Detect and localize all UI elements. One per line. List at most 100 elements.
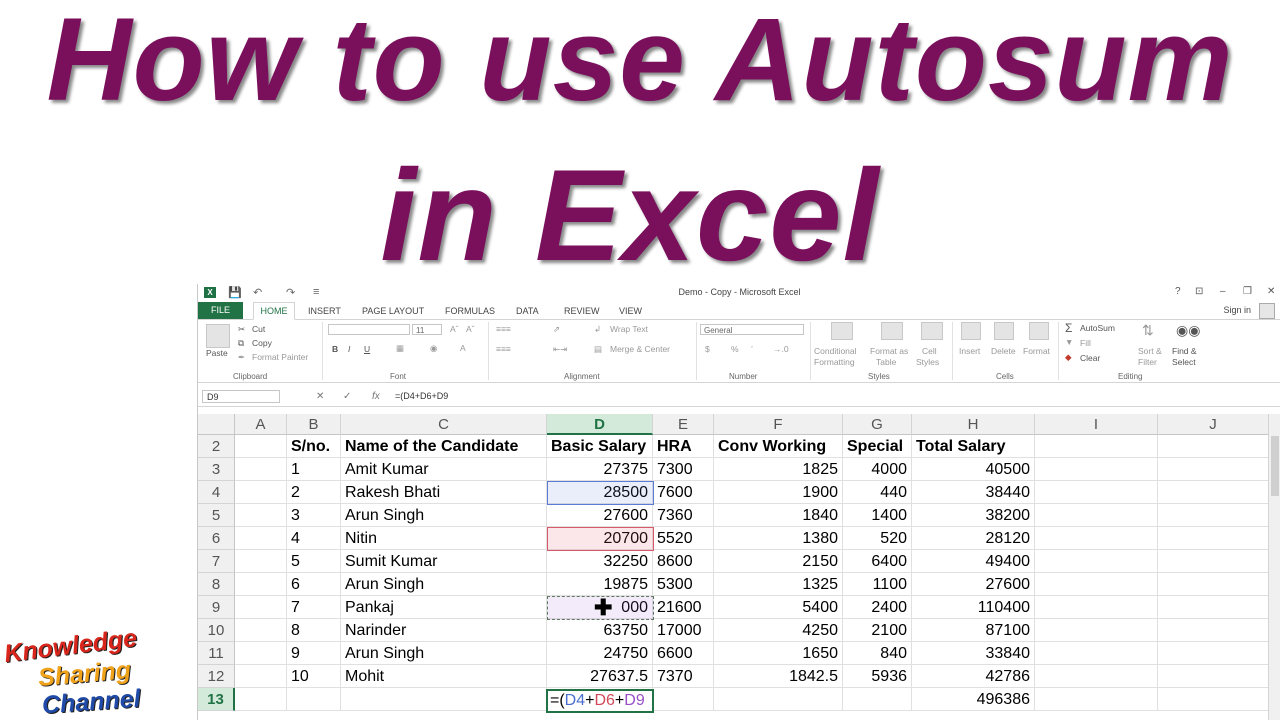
- decimal-icon[interactable]: →.0: [773, 344, 789, 354]
- formula-input[interactable]: =(D4+D6+D9: [395, 391, 448, 401]
- cell-f[interactable]: 1840: [714, 504, 843, 527]
- cell-i[interactable]: [1035, 688, 1158, 711]
- cell-g[interactable]: [843, 688, 912, 711]
- cell-h[interactable]: 38200: [912, 504, 1035, 527]
- cell-c[interactable]: Nitin: [341, 527, 547, 550]
- cell-g[interactable]: Special: [843, 435, 912, 458]
- cell-j[interactable]: [1158, 481, 1269, 504]
- autosum-button[interactable]: AutoSum: [1080, 323, 1115, 333]
- cell-h[interactable]: 87100: [912, 619, 1035, 642]
- cell-h[interactable]: 110400: [912, 596, 1035, 619]
- eraser-icon[interactable]: ◆: [1065, 352, 1072, 363]
- wrap-text-icon[interactable]: ↲: [594, 324, 601, 335]
- bold-button[interactable]: B: [332, 344, 338, 354]
- tab-page-layout[interactable]: PAGE LAYOUT: [362, 304, 424, 319]
- cell-g[interactable]: 1400: [843, 504, 912, 527]
- cell-g[interactable]: 440: [843, 481, 912, 504]
- cell-a[interactable]: [235, 573, 287, 596]
- cell-a[interactable]: [235, 665, 287, 688]
- cell-e[interactable]: 7370: [653, 665, 714, 688]
- cell-d[interactable]: 27375: [547, 458, 653, 481]
- cell-a[interactable]: [235, 619, 287, 642]
- cell-f[interactable]: 1380: [714, 527, 843, 550]
- cell-f[interactable]: [714, 688, 843, 711]
- format-as-table-icon[interactable]: [881, 322, 903, 340]
- cell-f[interactable]: 2150: [714, 550, 843, 573]
- cell-a[interactable]: [235, 527, 287, 550]
- row-header[interactable]: 7: [198, 550, 235, 573]
- insert-cells-icon[interactable]: [961, 322, 981, 340]
- cell-g[interactable]: 5936: [843, 665, 912, 688]
- tab-home[interactable]: HOME: [253, 302, 295, 320]
- cell-g[interactable]: 6400: [843, 550, 912, 573]
- cell-h[interactable]: 38440: [912, 481, 1035, 504]
- cell-d[interactable]: 32250: [547, 550, 653, 573]
- cell-e[interactable]: 5300: [653, 573, 714, 596]
- cell-j[interactable]: [1158, 458, 1269, 481]
- cell-a[interactable]: [235, 642, 287, 665]
- enter-icon[interactable]: ✓: [343, 391, 351, 402]
- binoculars-icon[interactable]: ◉◉: [1176, 322, 1200, 339]
- sort-filter-icon[interactable]: ⇅: [1142, 322, 1154, 339]
- copy-button[interactable]: Copy: [252, 338, 272, 348]
- cell-j[interactable]: [1158, 573, 1269, 596]
- format-cells-button[interactable]: Format: [1023, 346, 1050, 356]
- cell-a[interactable]: [235, 688, 287, 711]
- column-header-f[interactable]: F: [714, 414, 843, 435]
- cell-c[interactable]: Sumit Kumar: [341, 550, 547, 573]
- shrink-font-icon[interactable]: Aˇ: [466, 324, 475, 334]
- cell-f[interactable]: Conv Working: [714, 435, 843, 458]
- indent-icon[interactable]: ⇤⇥: [553, 344, 567, 355]
- sort-filter-label2[interactable]: Filter: [1138, 357, 1157, 367]
- format-as-table-label2[interactable]: Table: [876, 357, 896, 367]
- number-format-select[interactable]: General: [700, 324, 804, 335]
- row-header[interactable]: 13: [198, 688, 235, 711]
- delete-cells-button[interactable]: Delete: [991, 346, 1016, 356]
- row-header[interactable]: 5: [198, 504, 235, 527]
- minimize-icon[interactable]: –: [1220, 286, 1226, 297]
- underline-button[interactable]: U: [364, 344, 370, 354]
- cell-f[interactable]: 5400: [714, 596, 843, 619]
- format-painter-button[interactable]: Format Painter: [252, 352, 308, 362]
- restore-icon[interactable]: ❐: [1243, 286, 1252, 297]
- tab-data[interactable]: DATA: [516, 304, 539, 319]
- cell-i[interactable]: [1035, 573, 1158, 596]
- cell-h[interactable]: 49400: [912, 550, 1035, 573]
- italic-button[interactable]: I: [348, 344, 350, 354]
- format-cells-icon[interactable]: [1029, 322, 1049, 340]
- cell-c[interactable]: Arun Singh: [341, 573, 547, 596]
- cell-c[interactable]: Narinder: [341, 619, 547, 642]
- copy-icon[interactable]: ⧉: [238, 338, 244, 349]
- cell-g[interactable]: 520: [843, 527, 912, 550]
- cell-j[interactable]: [1158, 435, 1269, 458]
- cell-d[interactable]: 27600: [547, 504, 653, 527]
- cell-b[interactable]: 10: [287, 665, 341, 688]
- cell-c[interactable]: Pankaj: [341, 596, 547, 619]
- cell-b[interactable]: 4: [287, 527, 341, 550]
- cell-i[interactable]: [1035, 596, 1158, 619]
- cell-a[interactable]: [235, 435, 287, 458]
- cell-f[interactable]: 1842.5: [714, 665, 843, 688]
- cell-i[interactable]: [1035, 665, 1158, 688]
- column-header-h[interactable]: H: [912, 414, 1035, 435]
- clear-button[interactable]: Clear: [1080, 353, 1100, 363]
- align-left-icon[interactable]: ≡≡≡: [496, 344, 511, 354]
- conditional-formatting-button[interactable]: Conditional: [814, 346, 857, 356]
- close-icon[interactable]: ✕: [1267, 286, 1275, 297]
- cell-e[interactable]: 8600: [653, 550, 714, 573]
- cell-f[interactable]: 4250: [714, 619, 843, 642]
- select-all-corner[interactable]: [198, 414, 235, 435]
- brush-icon[interactable]: ✒: [238, 352, 245, 363]
- tab-formulas[interactable]: FORMULAS: [445, 304, 495, 319]
- comma-icon[interactable]: ’: [751, 344, 753, 354]
- cell-a[interactable]: [235, 458, 287, 481]
- cell-e[interactable]: 7300: [653, 458, 714, 481]
- cell-b[interactable]: 9: [287, 642, 341, 665]
- sign-in-link[interactable]: Sign in: [1223, 305, 1251, 315]
- delete-cells-icon[interactable]: [994, 322, 1014, 340]
- cell-styles-button[interactable]: Cell: [922, 346, 937, 356]
- vertical-scrollbar[interactable]: [1268, 414, 1280, 720]
- cell-d[interactable]: 27637.5: [547, 665, 653, 688]
- column-header-e[interactable]: E: [653, 414, 714, 435]
- tab-insert[interactable]: INSERT: [308, 304, 341, 319]
